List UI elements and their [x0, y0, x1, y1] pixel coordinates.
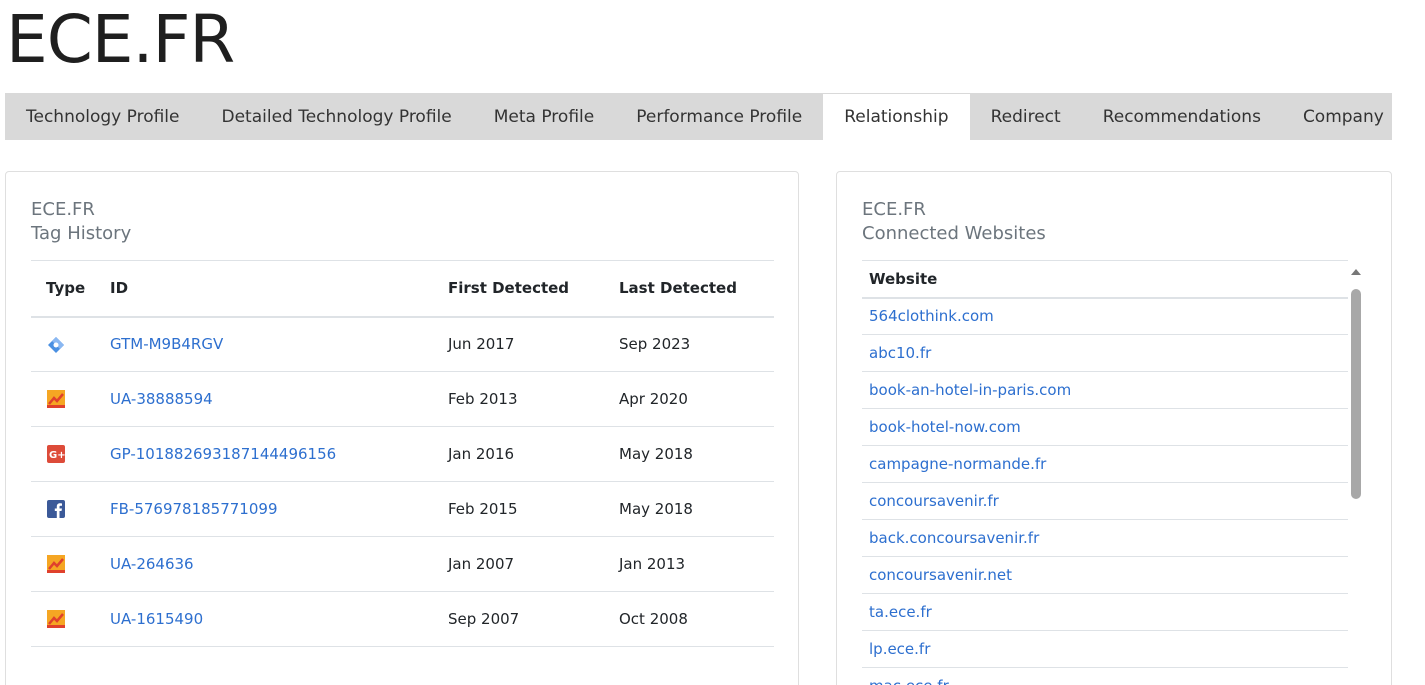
table-row: UA-264636 Jan 2007 Jan 2013 — [31, 536, 774, 592]
table-row: UA-1615490 Sep 2007 Oct 2008 — [31, 591, 774, 647]
website-link[interactable]: mac.ece.fr — [869, 677, 949, 685]
tag-id-link[interactable]: UA-264636 — [110, 555, 194, 573]
website-link[interactable]: concoursavenir.net — [869, 566, 1012, 584]
table-row: UA-38888594 Feb 2013 Apr 2020 — [31, 371, 774, 427]
list-item: ta.ece.fr — [862, 593, 1348, 631]
website-link[interactable]: lp.ece.fr — [869, 640, 930, 658]
tag-history-domain: ECE.FR — [31, 199, 95, 220]
website-link[interactable]: back.concoursavenir.fr — [869, 529, 1039, 547]
tag-history-header-row: Type ID First Detected Last Detected — [31, 260, 774, 318]
first-detected: Jan 2007 — [448, 536, 619, 592]
tag-id-link[interactable]: FB-576978185771099 — [110, 500, 277, 518]
header-id: ID — [110, 260, 448, 318]
last-detected: Jan 2013 — [619, 536, 774, 592]
google-analytics-icon — [47, 610, 65, 629]
connected-websites-domain: ECE.FR — [862, 199, 926, 220]
last-detected: Oct 2008 — [619, 591, 774, 647]
connected-websites-card: ECE.FR Connected Websites Website 564clo… — [836, 171, 1392, 685]
svg-text:G+: G+ — [49, 450, 65, 461]
vertical-scrollbar[interactable] — [1348, 265, 1364, 685]
first-detected: Sep 2007 — [448, 591, 619, 647]
first-detected: Feb 2015 — [448, 481, 619, 537]
list-item: abc10.fr — [862, 334, 1348, 372]
table-row: GTM-M9B4RGV Jun 2017 Sep 2023 — [31, 316, 774, 372]
tab-detailed-technology-profile[interactable]: Detailed Technology Profile — [201, 93, 473, 140]
facebook-icon — [47, 500, 65, 519]
last-detected: Apr 2020 — [619, 371, 774, 427]
connected-websites-title: Connected Websites — [862, 223, 1046, 244]
header-last-detected: Last Detected — [619, 260, 774, 318]
last-detected: Sep 2023 — [619, 316, 774, 372]
website-link[interactable]: book-an-hotel-in-paris.com — [869, 381, 1071, 399]
list-item: back.concoursavenir.fr — [862, 519, 1348, 557]
connected-websites-scroll-area[interactable]: Website 564clothink.com abc10.fr book-an… — [862, 260, 1348, 685]
website-link[interactable]: ta.ece.fr — [869, 603, 932, 621]
google-analytics-icon — [47, 555, 65, 574]
last-detected: May 2018 — [619, 426, 774, 482]
tab-redirect[interactable]: Redirect — [970, 93, 1082, 140]
tab-technology-profile[interactable]: Technology Profile — [5, 93, 201, 140]
tag-history-heading: ECE.FR Tag History — [31, 198, 131, 246]
header-first-detected: First Detected — [448, 260, 619, 318]
scrollbar-thumb[interactable] — [1351, 289, 1361, 499]
website-link[interactable]: campagne-normande.fr — [869, 455, 1046, 473]
profile-tabs: Technology Profile Detailed Technology P… — [5, 93, 1392, 140]
first-detected: Jun 2017 — [448, 316, 619, 372]
first-detected: Feb 2013 — [448, 371, 619, 427]
google-analytics-icon — [47, 390, 65, 409]
tag-id-link[interactable]: GTM-M9B4RGV — [110, 335, 223, 353]
tag-history-title: Tag History — [31, 223, 132, 244]
header-website: Website — [862, 260, 1348, 299]
tag-id-link[interactable]: UA-38888594 — [110, 390, 213, 408]
tag-history-table: Type ID First Detected Last Detected GTM… — [31, 260, 774, 647]
header-type: Type — [31, 260, 110, 318]
list-item: lp.ece.fr — [862, 630, 1348, 668]
google-plus-icon: G+ — [47, 445, 65, 464]
table-row: FB-576978185771099 Feb 2015 May 2018 — [31, 481, 774, 537]
website-link[interactable]: abc10.fr — [869, 344, 931, 362]
tag-id-link[interactable]: UA-1615490 — [110, 610, 203, 628]
list-item: concoursavenir.fr — [862, 482, 1348, 520]
list-item: campagne-normande.fr — [862, 445, 1348, 483]
last-detected: May 2018 — [619, 481, 774, 537]
list-item: concoursavenir.net — [862, 556, 1348, 594]
tag-id-link[interactable]: GP-101882693187144496156 — [110, 445, 336, 463]
connected-websites-table: Website 564clothink.com abc10.fr book-an… — [862, 260, 1348, 685]
tab-company[interactable]: Company — [1282, 93, 1405, 140]
website-link[interactable]: book-hotel-now.com — [869, 418, 1021, 436]
scroll-up-arrow-icon[interactable] — [1351, 269, 1361, 275]
website-link[interactable]: 564clothink.com — [869, 307, 994, 325]
tab-recommendations[interactable]: Recommendations — [1082, 93, 1282, 140]
tag-history-card: ECE.FR Tag History Type ID First Detecte… — [5, 171, 799, 685]
tab-relationship[interactable]: Relationship — [823, 93, 970, 140]
connected-websites-heading: ECE.FR Connected Websites — [862, 198, 1046, 246]
list-item: book-hotel-now.com — [862, 408, 1348, 446]
website-link[interactable]: concoursavenir.fr — [869, 492, 999, 510]
list-item: mac.ece.fr — [862, 667, 1348, 685]
list-item: book-an-hotel-in-paris.com — [862, 371, 1348, 409]
first-detected: Jan 2016 — [448, 426, 619, 482]
table-row: G+ GP-101882693187144496156 Jan 2016 May… — [31, 426, 774, 482]
site-title: ECE.FR — [6, 1, 235, 78]
list-item: 564clothink.com — [862, 297, 1348, 335]
tab-performance-profile[interactable]: Performance Profile — [615, 93, 823, 140]
tab-meta-profile[interactable]: Meta Profile — [473, 93, 615, 140]
google-tag-manager-icon — [48, 336, 64, 353]
